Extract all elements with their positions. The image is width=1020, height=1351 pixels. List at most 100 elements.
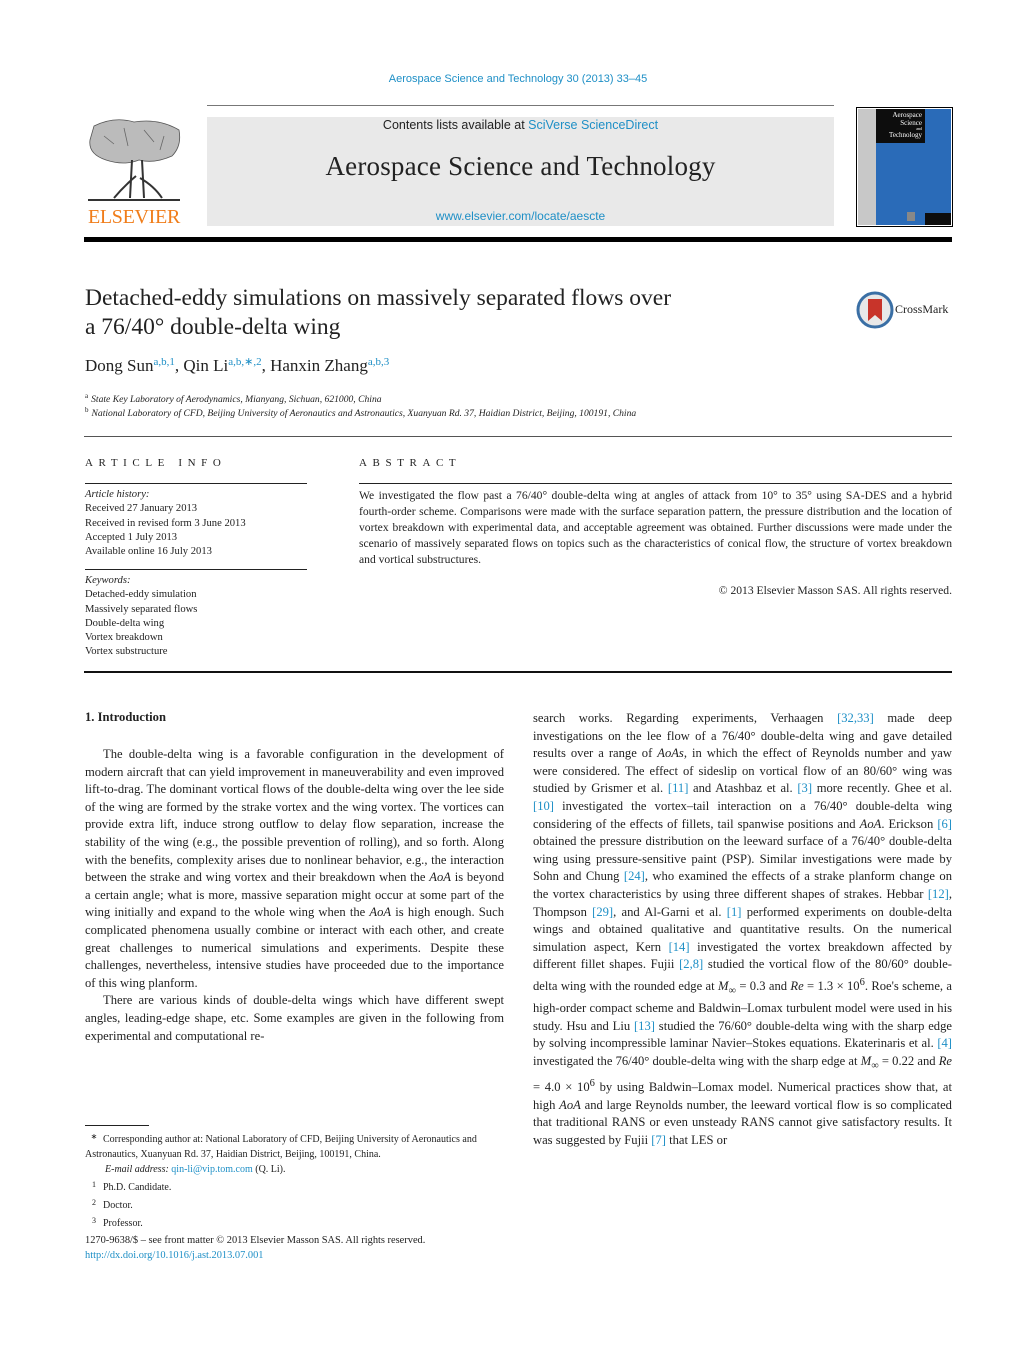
journal-url-link[interactable]: www.elsevier.com/locate/aescte	[207, 209, 834, 223]
text-run: = 0.22 and	[878, 1053, 939, 1068]
affiliation-text: State Key Laboratory of Aerodynamics, Mi…	[91, 394, 382, 405]
footnote-mark: 3	[92, 1216, 96, 1225]
history-item: Received in revised form 3 June 2013	[85, 517, 246, 529]
title-line-2: a 76/40° double-delta wing	[85, 314, 341, 340]
math-term: AoAs	[657, 746, 684, 761]
text-run: that LES or	[665, 1133, 728, 1148]
citation-link[interactable]: [24]	[624, 869, 645, 883]
footnote-text: Ph.D. Candidate.	[103, 1182, 172, 1193]
cover-publisher-icon	[907, 212, 915, 221]
journal-cover-thumbnail[interactable]: Aerospace Science and Technology	[856, 107, 953, 227]
article-history: Article history: Received 27 January 201…	[85, 488, 246, 559]
text-run: more recently. Ghee et al.	[812, 781, 952, 796]
text-run: and Atashbaz et al.	[688, 781, 798, 796]
text-run: , and Al-Garni et al.	[613, 904, 727, 919]
citation-link[interactable]: [29]	[592, 905, 613, 919]
affiliation-a: a State Key Laboratory of Aerodynamics, M…	[85, 392, 382, 405]
header-thick-rule	[84, 237, 952, 242]
footnote: 2 Doctor.	[85, 1195, 505, 1213]
footnote-mark: ∗	[90, 1132, 98, 1141]
body-column-right: search works. Regarding experiments, Ver…	[533, 710, 952, 1150]
email-label: E-mail address:	[105, 1164, 172, 1175]
math-term: AoA	[369, 905, 392, 920]
journal-reference-link[interactable]: Aerospace Science and Technology 30 (201…	[0, 73, 1020, 85]
author-name[interactable]: Hanxin Zhang	[270, 356, 368, 375]
cover-bottom-blue	[876, 213, 925, 225]
keyword-item: Detached-eddy simulation	[85, 589, 197, 601]
footnote-rule	[85, 1125, 149, 1126]
author-marks[interactable]: a,b,3	[368, 356, 389, 368]
sciencedirect-link[interactable]: SciVerse ScienceDirect	[528, 118, 658, 132]
citation-link[interactable]: [4]	[937, 1036, 952, 1050]
paragraph: The double-delta wing is a favorable con…	[85, 746, 504, 992]
citation-link[interactable]: [2,8]	[679, 957, 703, 971]
elsevier-wordmark: ELSEVIER	[87, 206, 181, 228]
citation-link[interactable]: [6]	[937, 817, 952, 831]
text-run: = 0.3 and	[735, 979, 791, 994]
text-run: The double-delta wing is a favorable con…	[85, 747, 504, 885]
affiliation-text: National Laboratory of CFD, Beijing Univ…	[91, 408, 637, 419]
email-link[interactable]: qin-li@vip.tom.com	[171, 1164, 252, 1175]
author-name[interactable]: Qin Li	[183, 356, 228, 375]
citation-link[interactable]: [7]	[651, 1133, 666, 1147]
cover-title-line: Technology	[889, 131, 922, 139]
affiliation-b: b National Laboratory of CFD, Beijing Uni…	[85, 406, 636, 419]
crossmark-label[interactable]: CrossMark	[895, 302, 948, 317]
email-line: E-mail address: qin-li@vip.tom.com (Q. L…	[85, 1162, 505, 1177]
section-heading-introduction: 1. Introduction	[85, 710, 166, 724]
footnote-mark: 1	[92, 1180, 96, 1189]
email-suffix: (Q. Li).	[252, 1164, 286, 1175]
keyword-item: Vortex breakdown	[85, 632, 163, 644]
keywords: Keywords: Detached-eddy simulation Massi…	[85, 574, 197, 660]
citation-link[interactable]: [14]	[669, 940, 690, 954]
text-run: and large Reynolds number, the leeward v…	[533, 1097, 952, 1148]
affiliation-mark: a	[85, 392, 89, 400]
footnote: 3 Professor.	[85, 1213, 505, 1231]
math-term: AoA	[429, 870, 451, 885]
abstract-rule	[359, 483, 952, 484]
citation-link[interactable]: [13]	[634, 1019, 655, 1033]
contents-prefix: Contents lists available at	[382, 118, 529, 132]
keyword-item: Vortex substructure	[85, 646, 168, 658]
issn-line: 1270-9638/$ – see front matter © 2013 El…	[85, 1235, 426, 1246]
footnote-mark: 2	[92, 1198, 96, 1207]
citation-link[interactable]: [10]	[533, 799, 554, 813]
doi-link[interactable]: http://dx.doi.org/10.1016/j.ast.2013.07.…	[85, 1250, 263, 1261]
math-subscript: ∞	[871, 1060, 879, 1072]
history-label: Article history:	[85, 489, 150, 500]
cover-grey-band	[858, 109, 876, 225]
math-term: AoA	[859, 816, 882, 831]
text-run: investigated the 76/40° double-delta win…	[533, 1053, 861, 1068]
footnote-text: Professor.	[103, 1218, 143, 1229]
footnote-text: Doctor.	[103, 1200, 133, 1211]
article-title: Detached-eddy simulations on massively s…	[85, 284, 785, 342]
keyword-item: Double-delta wing	[85, 617, 165, 629]
author-name[interactable]: Dong Sun	[85, 356, 153, 375]
keywords-label: Keywords:	[85, 575, 131, 586]
citation-link[interactable]: [32,33]	[837, 711, 874, 725]
abstract-bottom-rule	[84, 671, 952, 673]
math-term: Re	[790, 979, 804, 994]
footnote-text: Corresponding author at: National Labora…	[85, 1134, 477, 1160]
author-list: Dong Suna,b,1, Qin Lia,b,∗,2, Hanxin Zha…	[85, 355, 389, 376]
citation-link[interactable]: [1]	[727, 905, 742, 919]
title-line-1: Detached-eddy simulations on massively s…	[85, 285, 672, 311]
cover-title-line: Aerospace	[892, 111, 922, 119]
text-run: = 1.3 × 10	[803, 979, 860, 994]
citation-link[interactable]: [12]	[928, 887, 949, 901]
author-marks[interactable]: a,b,1	[153, 356, 174, 368]
body-column-left: The double-delta wing is a favorable con…	[85, 746, 504, 1045]
history-item: Available online 16 July 2013	[85, 546, 212, 558]
math-term: AoA	[559, 1097, 581, 1112]
math-term: Re	[938, 1053, 952, 1068]
abstract-text: We investigated the flow past a 76/40° d…	[359, 489, 952, 566]
affiliation-mark: b	[85, 406, 89, 414]
citation-link[interactable]: [3]	[797, 781, 812, 795]
footnotes: ∗ Corresponding author at: National Labor…	[85, 1129, 505, 1231]
article-info-rule	[85, 483, 307, 484]
history-item: Received 27 January 2013	[85, 503, 198, 515]
author-marks[interactable]: a,b,∗,2	[228, 356, 261, 368]
keyword-item: Massively separated flows	[85, 603, 198, 615]
text-run: = 4.0 × 10	[533, 1080, 590, 1095]
citation-link[interactable]: [11]	[668, 781, 689, 795]
